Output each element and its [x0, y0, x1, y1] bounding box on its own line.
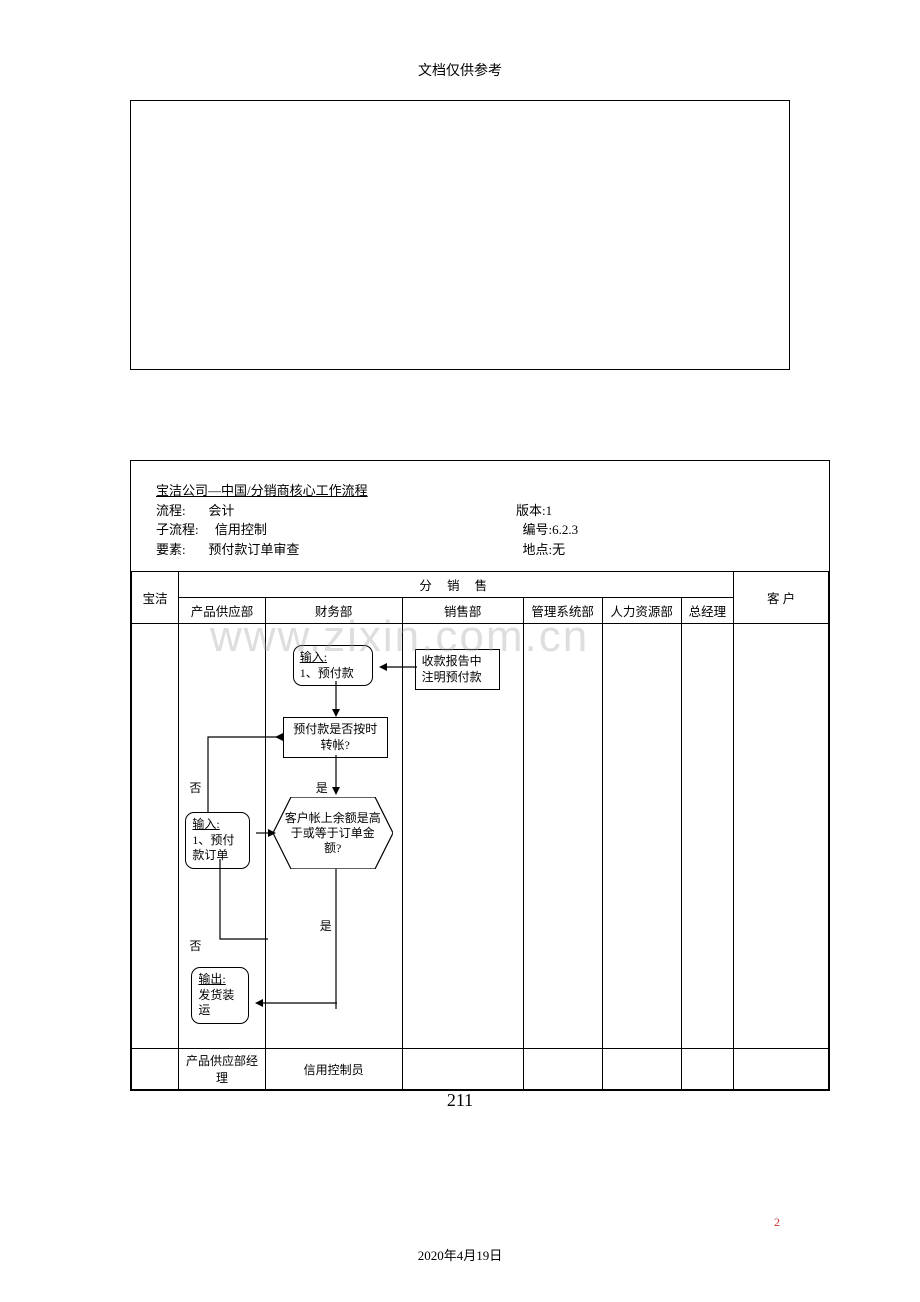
page-header: 文档仅供参考 [0, 0, 920, 80]
col-baojie: 宝洁 [132, 572, 179, 624]
line-no-1 [198, 731, 286, 813]
id-value: 6.2.3 [552, 522, 578, 537]
decision2-text: 客户帐上余额是高于或等于订单金额? [273, 811, 393, 856]
location-value: 无 [552, 542, 565, 557]
lane-finance: 输入: 1、预付款 预付款是否按时转帐? 是 [265, 624, 402, 1049]
footer-baojie [132, 1049, 179, 1090]
element-value: 预付款订单审查 [208, 542, 299, 557]
footer-customer [734, 1049, 829, 1090]
label-yes-1: 是 [316, 779, 328, 796]
col-supply: 产品供应部 [179, 598, 265, 624]
arrow-1 [330, 681, 342, 717]
arrow-2 [330, 755, 342, 795]
lane-hr [602, 624, 681, 1049]
footer-sales [402, 1049, 523, 1090]
lane-gm [681, 624, 734, 1049]
lane-mgmtsys [523, 624, 602, 1049]
element-label: 要素: [156, 542, 186, 557]
swimlane-table: 宝洁 分 销 售 客 户 产品供应部 财务部 销售部 管理系统部 人力资源部 总… [131, 571, 829, 1090]
empty-content-box [130, 100, 790, 370]
node-output: 输出: 发货装运 [191, 967, 249, 1024]
footer-gm [681, 1049, 734, 1090]
node-input-prepay: 输入: 1、预付款 [293, 645, 373, 686]
input2-text: 1、预付款订单 [192, 833, 234, 863]
lane-customer [734, 624, 829, 1049]
col-finance: 财务部 [265, 598, 402, 624]
col-mgmtsys: 管理系统部 [523, 598, 602, 624]
line-down-hex [330, 869, 342, 1009]
location-label: 地点: [523, 542, 553, 557]
lane-sales: 收款报告中注明预付款 [402, 624, 523, 1049]
output-label: 输出: [198, 972, 225, 986]
lane-supply: 输入: 1、预付款订单 输出: 发货装运 否 否 [179, 624, 265, 1049]
output-text: 发货装运 [198, 988, 234, 1018]
arrow-note-to-input [379, 661, 417, 673]
col-sales: 销售部 [402, 598, 523, 624]
footer-finance: 信用控制员 [265, 1049, 402, 1090]
small-page-number: 2 [774, 1215, 780, 1230]
footer-date: 2020年4月19日 [0, 1245, 920, 1264]
arrow-to-output [255, 997, 337, 1009]
input1-label: 输入: [300, 650, 327, 664]
footer-supply: 产品供应部经理 [179, 1049, 265, 1090]
footer-mgmtsys [523, 1049, 602, 1090]
node-receipt-note: 收款报告中注明预付款 [415, 649, 500, 690]
flowchart-container: 宝洁公司—中国/分销商核心工作流程 流程: 会计 版本:1 子流程: 信用控制 … [130, 460, 830, 1091]
input2-label: 输入: [192, 817, 219, 831]
footer-hr [602, 1049, 681, 1090]
title-block: 宝洁公司—中国/分销商核心工作流程 流程: 会计 版本:1 子流程: 信用控制 … [131, 461, 829, 571]
node-decision-transfer: 预付款是否按时转帐? [283, 717, 388, 758]
col-hr: 人力资源部 [602, 598, 681, 624]
subprocess-value: 信用控制 [215, 522, 267, 537]
input1-text: 1、预付款 [300, 666, 354, 680]
node-decision-balance: 客户帐上余额是高于或等于订单金额? [273, 797, 393, 869]
id-label: 编号: [523, 522, 553, 537]
col-gm: 总经理 [681, 598, 734, 624]
line-no-loop [198, 859, 278, 969]
title-line1: 宝洁公司—中国/分销商核心工作流程 [156, 481, 804, 501]
col-group-header: 分 销 售 [179, 572, 734, 598]
page-number: 211 [0, 1090, 920, 1111]
col-customer: 客 户 [734, 572, 829, 624]
label-yes-2: 是 [320, 917, 332, 934]
version-value: 1 [546, 503, 553, 518]
process-label: 流程: [156, 503, 186, 518]
lane-baojie [132, 624, 179, 1049]
process-value: 会计 [208, 503, 234, 518]
version-label: 版本: [516, 503, 546, 518]
subprocess-label: 子流程: [156, 522, 199, 537]
